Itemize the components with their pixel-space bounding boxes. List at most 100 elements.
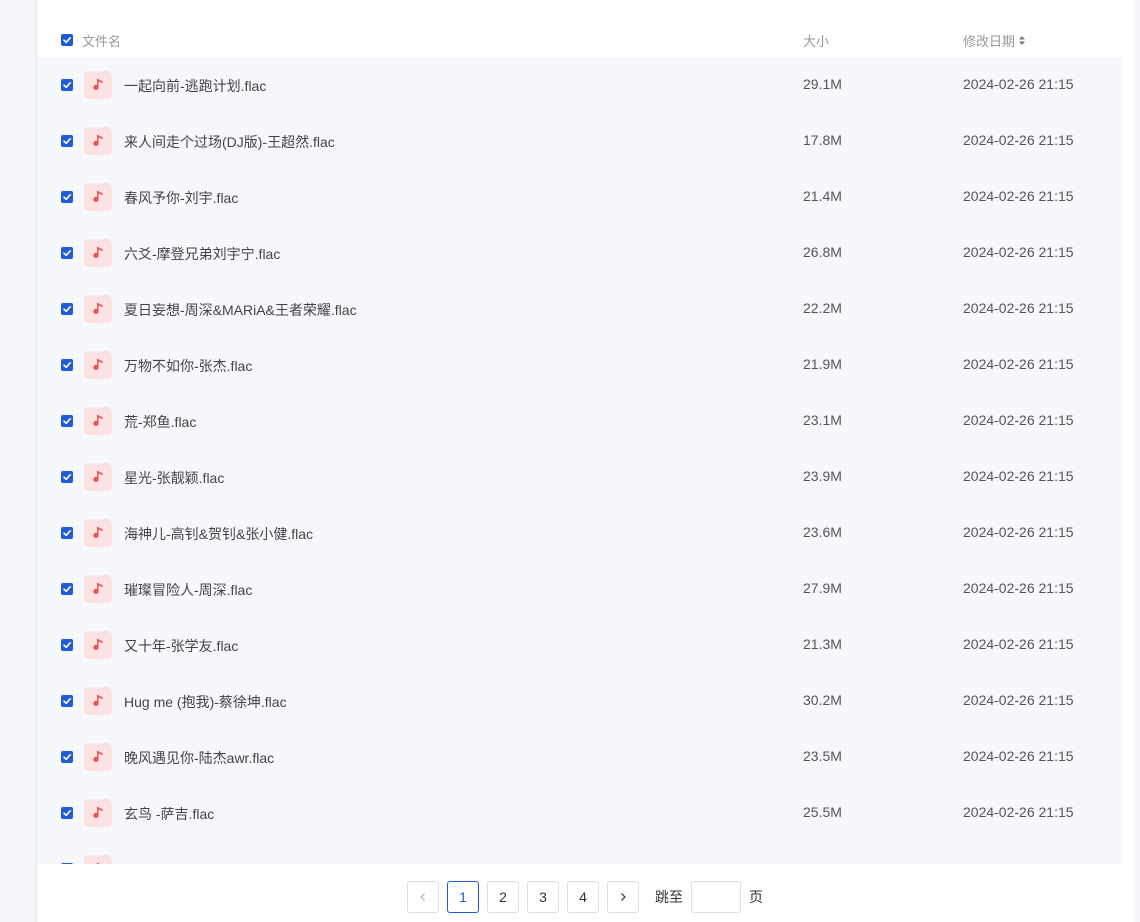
table-row[interactable]: 又十年-张学友.flac 21.3M 2024-02-26 21:15	[37, 617, 1123, 673]
file-name[interactable]: 万物不如你-张杰.flac	[124, 356, 252, 376]
row-checkbox[interactable]	[61, 303, 73, 315]
file-date: 2024-02-26 21:15	[963, 580, 1074, 596]
check-icon	[63, 362, 71, 369]
check-icon	[63, 642, 71, 649]
row-checkbox[interactable]	[61, 191, 73, 203]
file-date: 2024-02-26 21:15	[963, 132, 1074, 148]
file-name[interactable]: 海神儿-高钊&贺钊&张小健.flac	[124, 524, 313, 544]
jump-page-input[interactable]	[691, 881, 741, 913]
sort-icon[interactable]	[1018, 35, 1026, 46]
check-icon	[63, 82, 71, 89]
file-date: 2024-02-26 21:15	[963, 748, 1074, 764]
file-date: 2024-02-26 21:15	[963, 188, 1074, 204]
file-rows: 一起向前-逃跑计划.flac 29.1M 2024-02-26 21:15 来人间走个…	[37, 57, 1123, 864]
page-button-2[interactable]: 2	[487, 881, 519, 913]
row-checkbox[interactable]	[61, 135, 73, 147]
file-size: 17.8M	[803, 132, 842, 148]
table-row[interactable]: 夏日妄想-周深&MARiA&王者荣耀.flac 22.2M 2024-02-26 2…	[37, 281, 1123, 337]
check-icon	[63, 698, 71, 705]
table-header: 文件名 大小 修改日期	[37, 22, 1123, 58]
file-name[interactable]: 夏日妄想-周深&MARiA&王者荣耀.flac	[124, 300, 357, 320]
file-date: 2024-02-26 21:15	[963, 468, 1074, 484]
file-list: 文件名 大小 修改日期 一起向前-逃跑计划.flac 29.1M 2024-02-2…	[37, 0, 1123, 864]
music-file-icon	[84, 575, 112, 603]
check-icon	[63, 754, 71, 761]
file-size: 29.1M	[803, 76, 842, 92]
table-row[interactable]: 荒-郑鱼.flac 23.1M 2024-02-26 21:15	[37, 393, 1123, 449]
page-button-1[interactable]: 1	[447, 881, 479, 913]
table-row[interactable]: 璀璨冒险人-周深.flac 27.9M 2024-02-26 21:15	[37, 561, 1123, 617]
row-checkbox[interactable]	[61, 639, 73, 651]
row-checkbox[interactable]	[61, 863, 73, 864]
file-date: 2024-02-26 21:15	[963, 524, 1074, 540]
music-file-icon	[84, 127, 112, 155]
file-name[interactable]: 荒-郑鱼.flac	[124, 412, 196, 432]
header-name[interactable]: 文件名	[82, 31, 121, 50]
table-row[interactable]: 星光-张靓颖.flac 23.9M 2024-02-26 21:15	[37, 449, 1123, 505]
file-name[interactable]: 璀璨冒险人-周深.flac	[124, 580, 252, 600]
file-size: 21.9M	[803, 356, 842, 372]
table-row[interactable]: 来人间走个过场(DJ版)-王超然.flac 17.8M 2024-02-26 21:…	[37, 113, 1123, 169]
file-name[interactable]: 一起向前-逃跑计划.flac	[124, 76, 266, 96]
row-checkbox[interactable]	[61, 751, 73, 763]
table-row[interactable]: 玄鸟 -萨吉.flac 25.5M 2024-02-26 21:15	[37, 785, 1123, 841]
table-row[interactable]: Hug me (抱我)-蔡徐坤.flac 30.2M 2024-02-26 21:1…	[37, 673, 1123, 729]
table-row[interactable]: 一起向前-逃跑计划.flac 29.1M 2024-02-26 21:15	[37, 57, 1123, 113]
music-file-icon	[84, 687, 112, 715]
file-size: 21.3M	[803, 636, 842, 652]
file-size: 23.6M	[803, 524, 842, 540]
file-name[interactable]: 玄鸟 -萨吉.flac	[124, 804, 214, 824]
file-size: 26.8M	[803, 244, 842, 260]
row-checkbox[interactable]	[61, 79, 73, 91]
pagination: 1234 跳至 页	[407, 881, 763, 913]
page-list: 1234	[447, 881, 607, 913]
file-date: 2024-02-26 21:15	[963, 636, 1074, 652]
page-button-3[interactable]: 3	[527, 881, 559, 913]
row-checkbox[interactable]	[61, 471, 73, 483]
music-file-icon	[84, 183, 112, 211]
check-icon	[63, 530, 71, 537]
table-row[interactable]: 万物不如你-张杰.flac 21.9M 2024-02-26 21:15	[37, 337, 1123, 393]
music-file-icon	[84, 743, 112, 771]
table-row[interactable]: 晚风遇见你-陆杰awr.flac 23.5M 2024-02-26 21:15	[37, 729, 1123, 785]
row-checkbox[interactable]	[61, 415, 73, 427]
file-name[interactable]: 星光-张靓颖.flac	[124, 468, 224, 488]
row-checkbox[interactable]	[61, 695, 73, 707]
file-name[interactable]: 春风予你-刘宇.flac	[124, 188, 238, 208]
file-name[interactable]: 晚风遇见你-陆杰awr.flac	[124, 748, 274, 768]
file-date: 2024-02-26 21:15	[963, 244, 1074, 260]
row-checkbox[interactable]	[61, 247, 73, 259]
file-size: 21.4M	[803, 188, 842, 204]
music-file-icon	[84, 407, 112, 435]
music-file-icon	[84, 239, 112, 267]
header-date[interactable]: 修改日期	[963, 31, 1026, 50]
table-row[interactable]	[37, 841, 1123, 864]
music-file-icon	[84, 295, 112, 323]
file-size: 23.1M	[803, 412, 842, 428]
select-all-checkbox[interactable]	[61, 34, 73, 46]
file-size: 23.5M	[803, 748, 842, 764]
row-checkbox[interactable]	[61, 583, 73, 595]
row-checkbox[interactable]	[61, 359, 73, 371]
prev-page-button[interactable]	[407, 881, 439, 913]
page-button-4[interactable]: 4	[567, 881, 599, 913]
next-page-button[interactable]	[607, 881, 639, 913]
file-date: 2024-02-26 21:15	[963, 804, 1074, 820]
table-row[interactable]: 六爻-摩登兄弟刘宇宁.flac 26.8M 2024-02-26 21:15	[37, 225, 1123, 281]
chevron-right-icon	[621, 893, 626, 901]
row-checkbox[interactable]	[61, 527, 73, 539]
file-size: 30.2M	[803, 692, 842, 708]
file-name[interactable]: Hug me (抱我)-蔡徐坤.flac	[124, 692, 287, 712]
file-name[interactable]: 又十年-张学友.flac	[124, 636, 238, 656]
file-name[interactable]: 六爻-摩登兄弟刘宇宁.flac	[124, 244, 280, 264]
file-size: 27.9M	[803, 580, 842, 596]
file-name[interactable]: 来人间走个过场(DJ版)-王超然.flac	[124, 132, 335, 152]
row-checkbox[interactable]	[61, 807, 73, 819]
header-size[interactable]: 大小	[803, 31, 829, 50]
check-icon	[63, 474, 71, 481]
table-row[interactable]: 春风予你-刘宇.flac 21.4M 2024-02-26 21:15	[37, 169, 1123, 225]
table-row[interactable]: 海神儿-高钊&贺钊&张小健.flac 23.6M 2024-02-26 21:15	[37, 505, 1123, 561]
music-file-icon	[84, 855, 112, 864]
check-icon	[63, 37, 71, 44]
file-date: 2024-02-26 21:15	[963, 412, 1074, 428]
